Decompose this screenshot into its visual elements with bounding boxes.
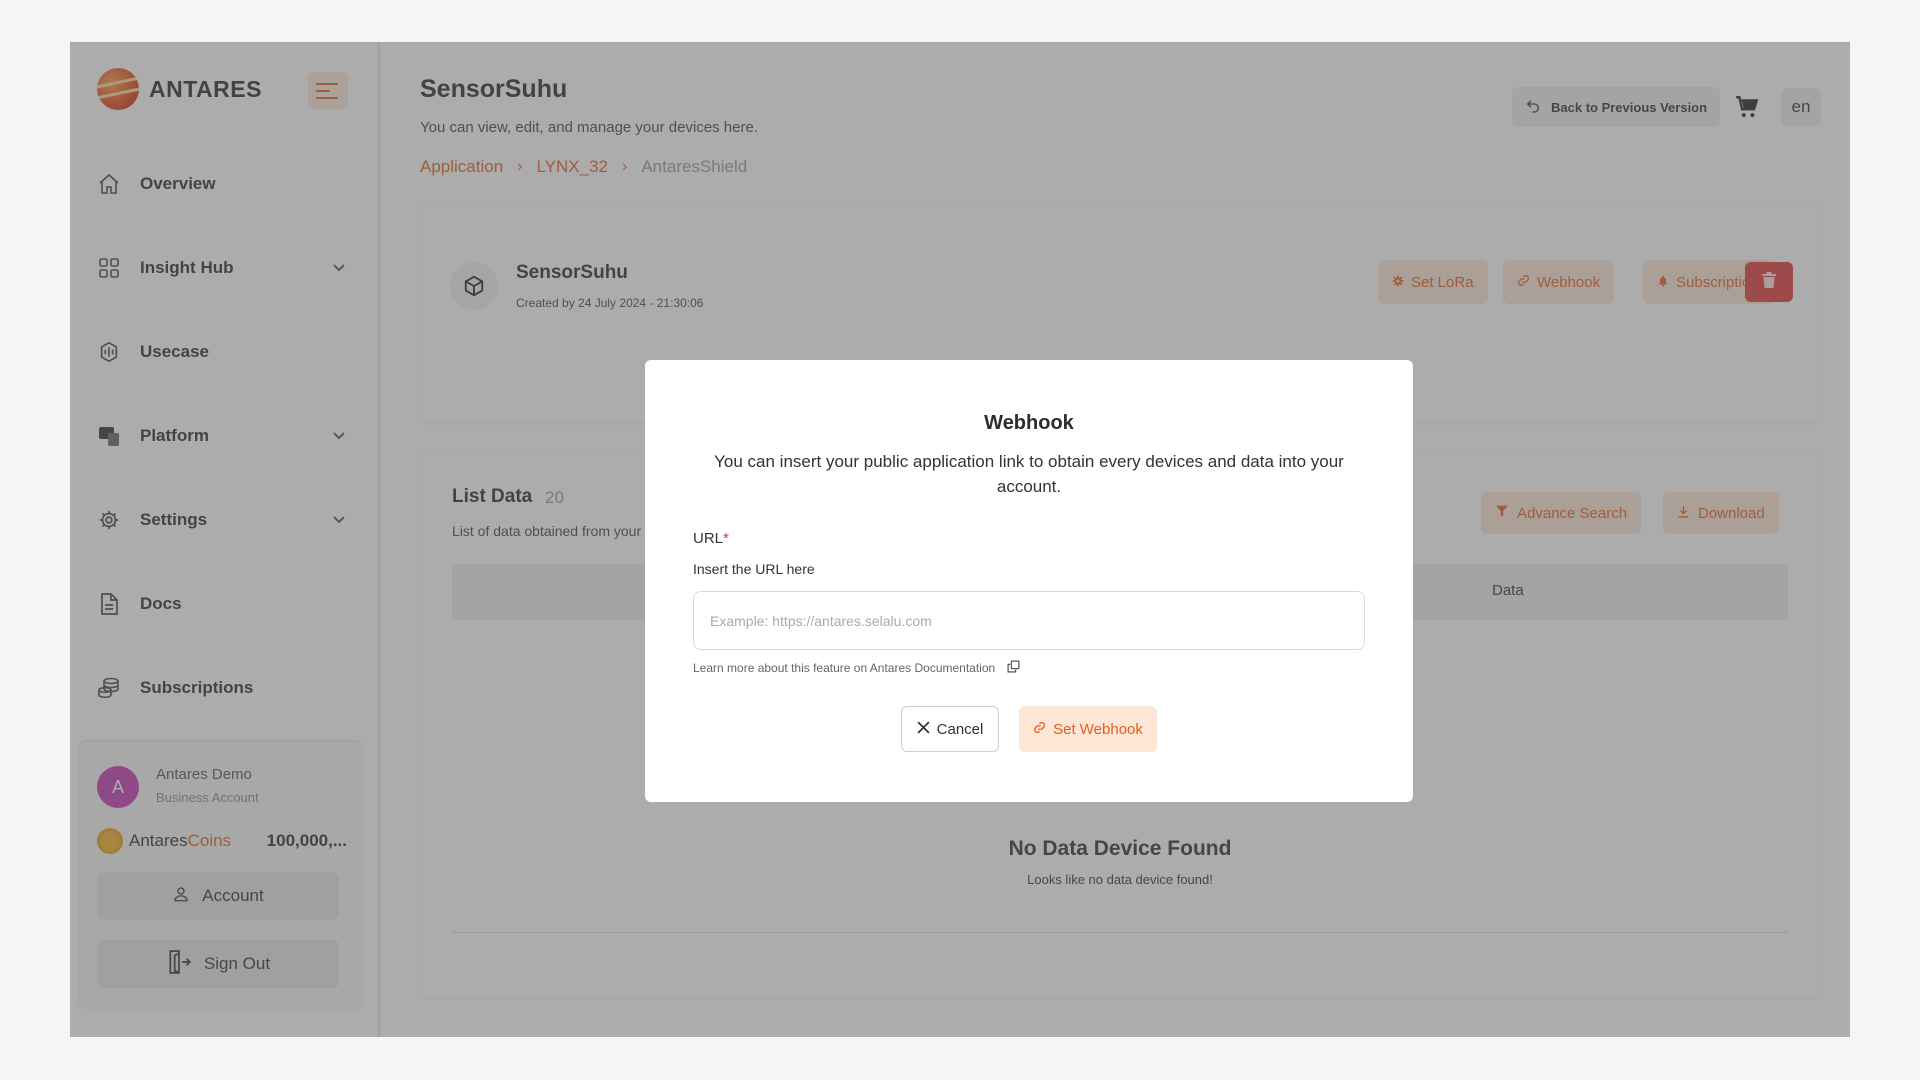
modal-title: Webhook (984, 412, 1074, 434)
documentation-link-label: Learn more about this feature on Antares… (693, 661, 996, 675)
cancel-button[interactable]: Cancel (901, 706, 999, 752)
url-input[interactable] (693, 591, 1365, 650)
copy-icon (1007, 660, 1020, 676)
documentation-link[interactable]: Learn more about this feature on Antares… (693, 660, 1020, 676)
cancel-button-label: Cancel (936, 720, 984, 738)
link-icon (1033, 721, 1046, 738)
set-webhook-label: Set Webhook (1053, 720, 1143, 738)
url-label: URL* (693, 530, 729, 547)
url-help-text: Insert the URL here (693, 561, 815, 577)
set-webhook-button[interactable]: Set Webhook (1019, 706, 1157, 752)
app-window: ANTARES Overview Insight Hub Usecase (70, 42, 1850, 1037)
webhook-modal: Webhook You can insert your public appli… (645, 360, 1413, 802)
close-icon (917, 720, 930, 738)
modal-description: You can insert your public application l… (714, 452, 1344, 496)
required-mark: * (723, 530, 729, 547)
